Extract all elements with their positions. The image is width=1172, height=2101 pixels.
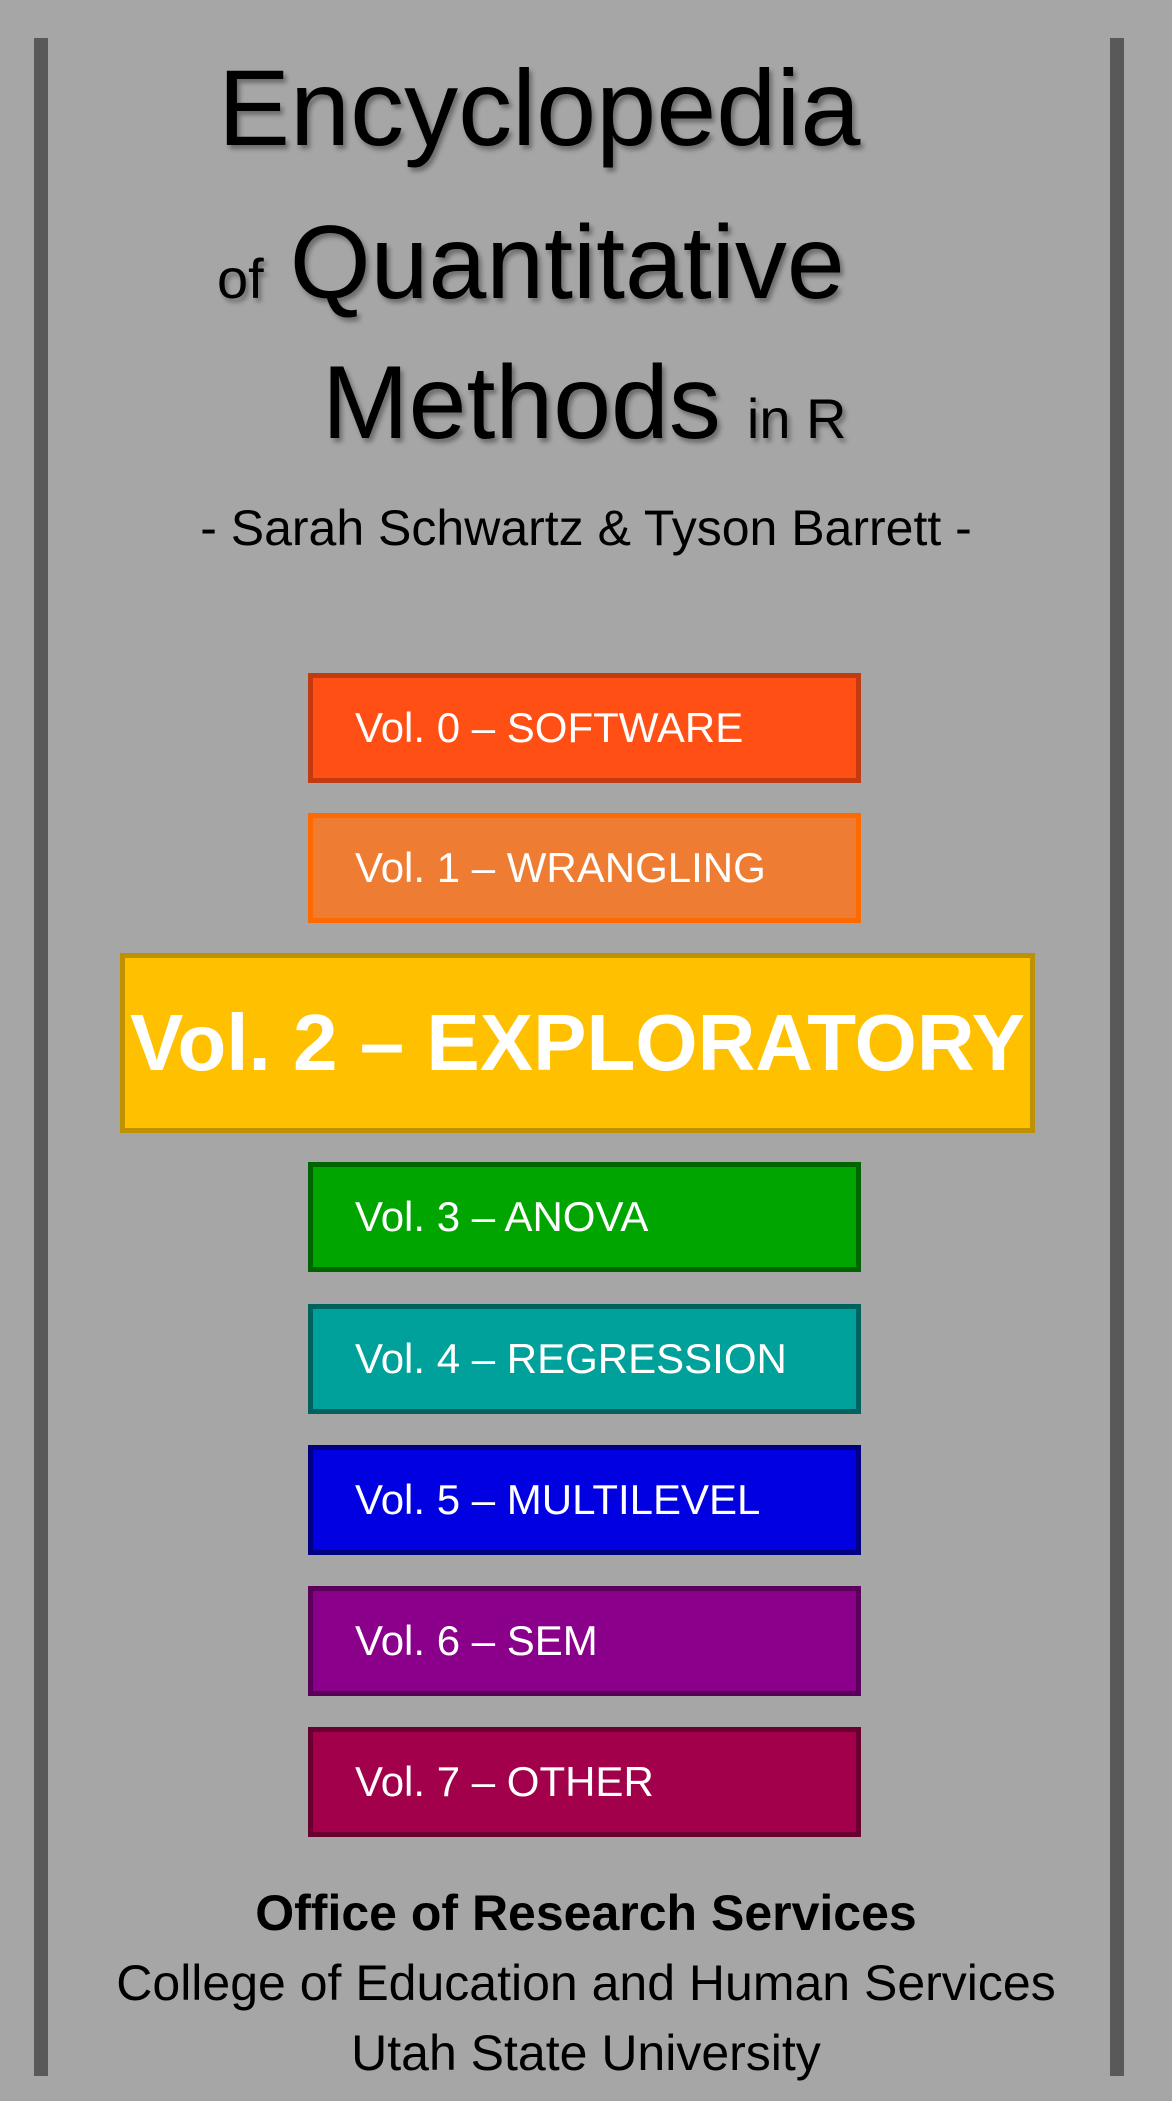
footer-college: College of Education and Human Services	[116, 1955, 1056, 2011]
volume-label: Vol. 0 – SOFTWARE	[355, 704, 744, 751]
volume-7-button[interactable]: Vol. 7 – OTHER	[308, 1727, 861, 1837]
right-border-bar	[1110, 38, 1124, 2076]
volume-6-button[interactable]: Vol. 6 – SEM	[308, 1586, 861, 1696]
volume-0-button[interactable]: Vol. 0 – SOFTWARE	[308, 673, 861, 783]
volume-label: Vol. 4 – REGRESSION	[355, 1335, 787, 1382]
volume-label: Vol. 5 – MULTILEVEL	[355, 1476, 761, 1523]
title-line-2: of Quantitative	[217, 198, 845, 359]
title-of: of	[217, 247, 264, 310]
volume-5-button[interactable]: Vol. 5 – MULTILEVEL	[308, 1445, 861, 1555]
volume-label: Vol. 7 – OTHER	[355, 1758, 654, 1805]
volume-1-button[interactable]: Vol. 1 – WRANGLING	[308, 813, 861, 923]
volume-2-button[interactable]: Vol. 2 – EXPLORATORY	[120, 953, 1035, 1133]
volume-label: Vol. 2 – EXPLORATORY	[130, 998, 1025, 1087]
title-quantitative: Quantitative	[289, 205, 845, 321]
volume-4-button[interactable]: Vol. 4 – REGRESSION	[308, 1304, 861, 1414]
authors: - Sarah Schwartz & Tyson Barrett -	[200, 500, 972, 556]
title-methods: Methods	[322, 345, 721, 461]
title-line-1: Encyclopedia	[218, 48, 860, 168]
footer-office: Office of Research Services	[255, 1885, 917, 1941]
volume-3-button[interactable]: Vol. 3 – ANOVA	[308, 1162, 861, 1272]
footer: Office of Research Services College of E…	[0, 1878, 1172, 2088]
title-line-3: Methods in R	[322, 338, 846, 499]
left-border-bar	[34, 38, 48, 2076]
volume-label: Vol. 3 – ANOVA	[355, 1193, 649, 1240]
volume-label: Vol. 6 – SEM	[355, 1617, 598, 1664]
footer-university: Utah State University	[351, 2025, 821, 2081]
volume-label: Vol. 1 – WRANGLING	[355, 844, 766, 891]
title-encyclopedia: Encyclopedia	[218, 47, 861, 168]
title-in-r: in R	[746, 387, 847, 450]
